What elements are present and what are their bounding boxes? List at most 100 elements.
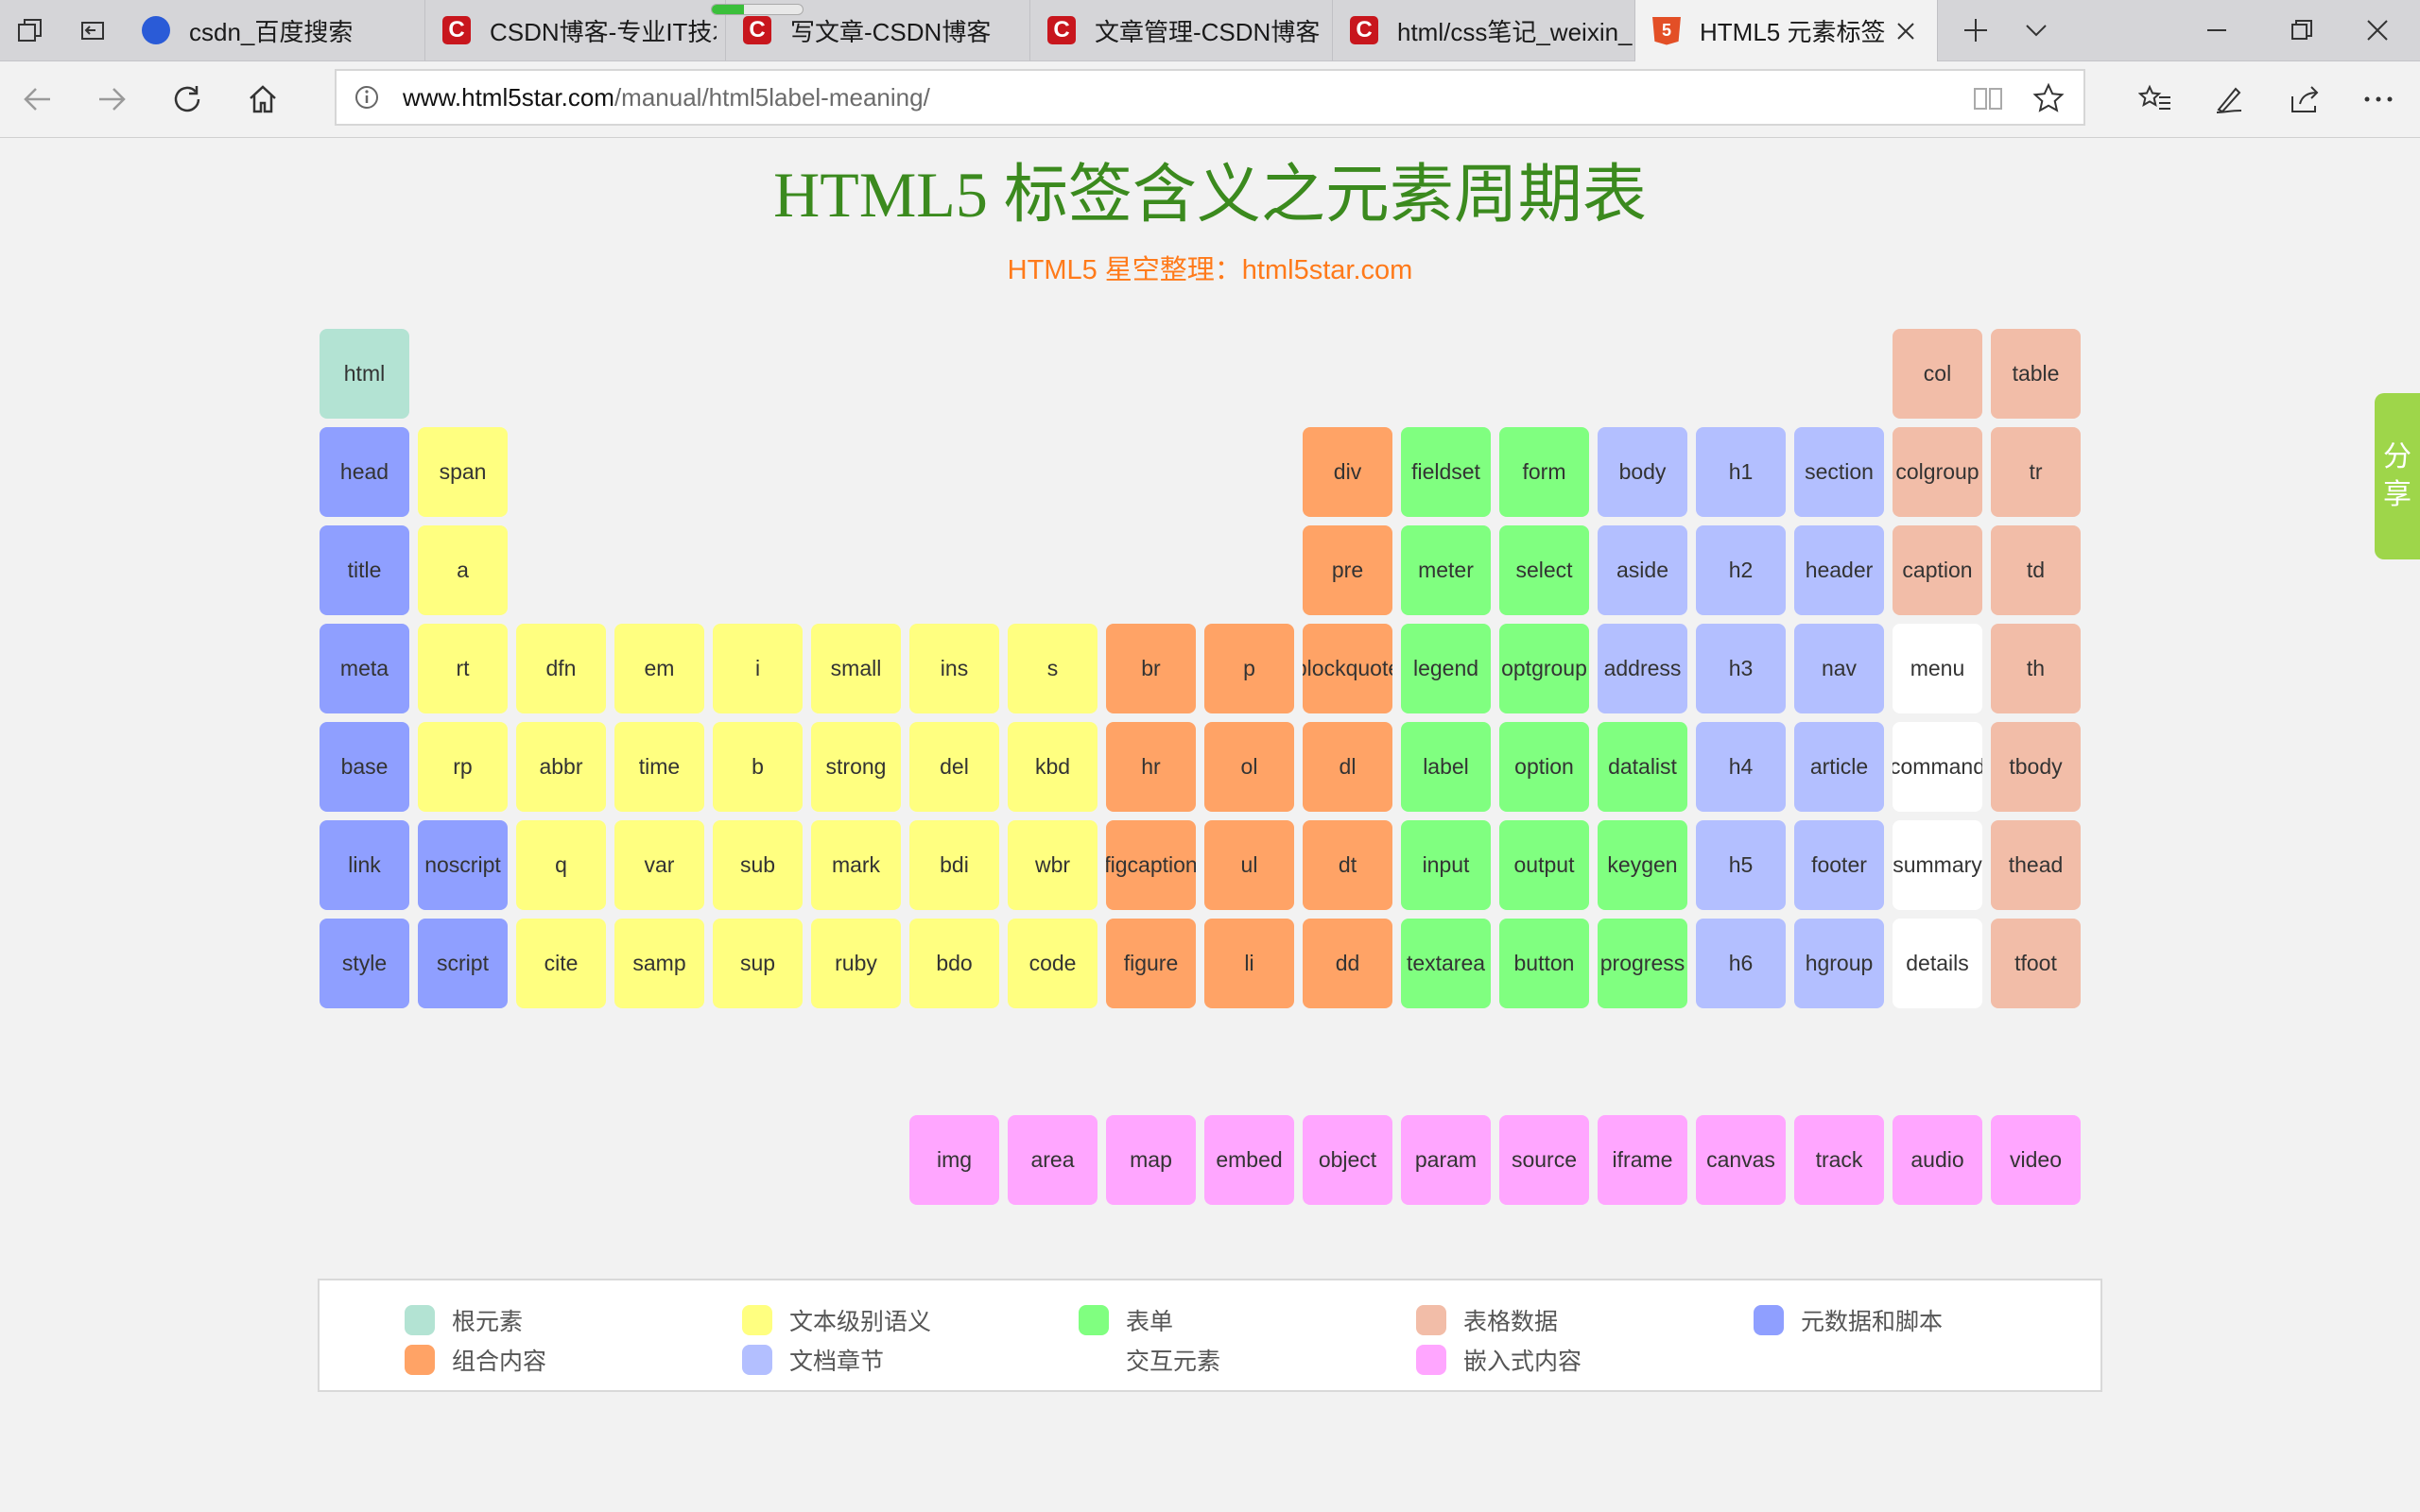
element-caption[interactable]: caption [1893,525,1982,615]
element-h1[interactable]: h1 [1696,427,1786,517]
element-figure[interactable]: figure [1106,919,1196,1008]
element-noscript[interactable]: noscript [418,820,508,910]
element-track[interactable]: track [1794,1115,1884,1205]
element-output[interactable]: output [1499,820,1589,910]
element-footer[interactable]: footer [1794,820,1884,910]
element-mark[interactable]: mark [811,820,901,910]
element-ruby[interactable]: ruby [811,919,901,1008]
element-textarea[interactable]: textarea [1401,919,1491,1008]
element-aside[interactable]: aside [1598,525,1687,615]
element-span[interactable]: span [418,427,508,517]
element-style[interactable]: style [320,919,409,1008]
element-video[interactable]: video [1991,1115,2081,1205]
element-script[interactable]: script [418,919,508,1008]
element-link[interactable]: link [320,820,409,910]
element-tbody[interactable]: tbody [1991,722,2081,812]
element-input[interactable]: input [1401,820,1491,910]
element-sup[interactable]: sup [713,919,803,1008]
element-a[interactable]: a [418,525,508,615]
element-command[interactable]: command [1893,722,1982,812]
element-fieldset[interactable]: fieldset [1401,427,1491,517]
element-dt[interactable]: dt [1303,820,1392,910]
element-meter[interactable]: meter [1401,525,1491,615]
element-tfoot[interactable]: tfoot [1991,919,2081,1008]
element-bdi[interactable]: bdi [909,820,999,910]
element-wbr[interactable]: wbr [1008,820,1098,910]
element-ol[interactable]: ol [1204,722,1294,812]
element-param[interactable]: param [1401,1115,1491,1205]
element-pre[interactable]: pre [1303,525,1392,615]
element-li[interactable]: li [1204,919,1294,1008]
element-rt[interactable]: rt [418,624,508,713]
element-ins[interactable]: ins [909,624,999,713]
element-p[interactable]: p [1204,624,1294,713]
element-cite[interactable]: cite [516,919,606,1008]
element-label[interactable]: label [1401,722,1491,812]
element-h4[interactable]: h4 [1696,722,1786,812]
element-button[interactable]: button [1499,919,1589,1008]
element-i[interactable]: i [713,624,803,713]
element-dl[interactable]: dl [1303,722,1392,812]
element-h6[interactable]: h6 [1696,919,1786,1008]
element-nav[interactable]: nav [1794,624,1884,713]
element-base[interactable]: base [320,722,409,812]
element-form[interactable]: form [1499,427,1589,517]
element-iframe[interactable]: iframe [1598,1115,1687,1205]
element-em[interactable]: em [614,624,704,713]
element-menu[interactable]: menu [1893,624,1982,713]
element-b[interactable]: b [713,722,803,812]
element-select[interactable]: select [1499,525,1589,615]
element-keygen[interactable]: keygen [1598,820,1687,910]
element-embed[interactable]: embed [1204,1115,1294,1205]
element-object[interactable]: object [1303,1115,1392,1205]
element-h5[interactable]: h5 [1696,820,1786,910]
element-option[interactable]: option [1499,722,1589,812]
element-meta[interactable]: meta [320,624,409,713]
element-strong[interactable]: strong [811,722,901,812]
element-canvas[interactable]: canvas [1696,1115,1786,1205]
element-body[interactable]: body [1598,427,1687,517]
element-figcaption[interactable]: figcaption [1106,820,1196,910]
element-samp[interactable]: samp [614,919,704,1008]
share-side-tab[interactable]: 分享 [2375,393,2420,559]
element-h3[interactable]: h3 [1696,624,1786,713]
element-dd[interactable]: dd [1303,919,1392,1008]
element-source[interactable]: source [1499,1115,1589,1205]
element-section[interactable]: section [1794,427,1884,517]
element-del[interactable]: del [909,722,999,812]
element-h2[interactable]: h2 [1696,525,1786,615]
element-title[interactable]: title [320,525,409,615]
element-small[interactable]: small [811,624,901,713]
element-hgroup[interactable]: hgroup [1794,919,1884,1008]
element-audio[interactable]: audio [1893,1115,1982,1205]
element-s[interactable]: s [1008,624,1098,713]
element-img[interactable]: img [909,1115,999,1205]
element-br[interactable]: br [1106,624,1196,713]
element-area[interactable]: area [1008,1115,1098,1205]
element-rp[interactable]: rp [418,722,508,812]
element-thead[interactable]: thead [1991,820,2081,910]
element-time[interactable]: time [614,722,704,812]
element-optgroup[interactable]: optgroup [1499,624,1589,713]
element-abbr[interactable]: abbr [516,722,606,812]
element-head[interactable]: head [320,427,409,517]
element-legend[interactable]: legend [1401,624,1491,713]
element-table[interactable]: table [1991,329,2081,419]
element-progress[interactable]: progress [1598,919,1687,1008]
element-html[interactable]: html [320,329,409,419]
element-address[interactable]: address [1598,624,1687,713]
element-q[interactable]: q [516,820,606,910]
element-blockquote[interactable]: blockquote [1303,624,1392,713]
element-sub[interactable]: sub [713,820,803,910]
element-header[interactable]: header [1794,525,1884,615]
element-details[interactable]: details [1893,919,1982,1008]
element-th[interactable]: th [1991,624,2081,713]
element-tr[interactable]: tr [1991,427,2081,517]
element-var[interactable]: var [614,820,704,910]
element-colgroup[interactable]: colgroup [1893,427,1982,517]
element-td[interactable]: td [1991,525,2081,615]
element-datalist[interactable]: datalist [1598,722,1687,812]
element-kbd[interactable]: kbd [1008,722,1098,812]
element-col[interactable]: col [1893,329,1982,419]
element-bdo[interactable]: bdo [909,919,999,1008]
